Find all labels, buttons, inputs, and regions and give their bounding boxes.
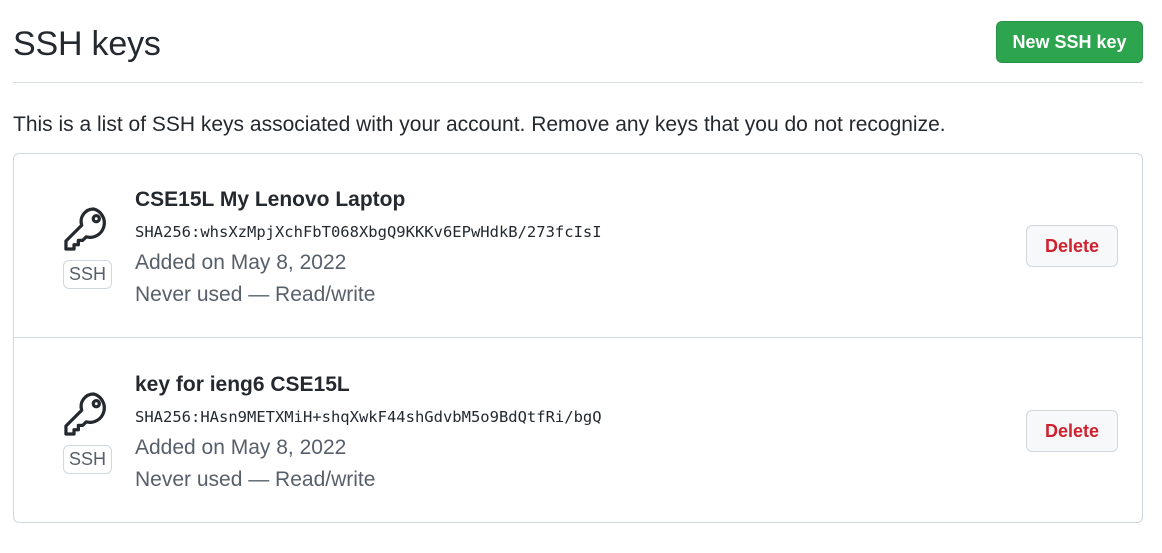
ssh-keys-page: SSH keys New SSH key This is a list of S… [0,0,1162,553]
ssh-key-item: SSH key for ieng6 CSE15L SHA256:HAsn9MET… [14,339,1142,522]
key-usage-status: Never used — Read/write [135,283,376,306]
page-header: SSH keys New SSH key [13,0,1143,83]
key-added-date: Added on May 8, 2022 [135,251,347,274]
page-title: SSH keys [13,25,161,63]
key-added-date: Added on May 8, 2022 [135,436,347,459]
ssh-badge: SSH [63,260,112,289]
new-ssh-key-button[interactable]: New SSH key [996,21,1143,63]
key-usage-status: Never used — Read/write [135,468,376,491]
delete-key-button[interactable]: Delete [1026,225,1118,267]
key-title: key for ieng6 CSE15L [135,373,350,396]
ssh-key-list: SSH CSE15L My Lenovo Laptop SHA256:whsXz… [13,153,1143,523]
delete-key-button[interactable]: Delete [1026,410,1118,452]
key-fingerprint: SHA256:whsXzMpjXchFbT068XbgQ9KKKv6EPwHdk… [135,223,602,241]
key-title: CSE15L My Lenovo Laptop [135,188,406,211]
ssh-key-item: SSH CSE15L My Lenovo Laptop SHA256:whsXz… [14,154,1142,338]
key-icon [64,392,106,436]
key-icon [64,207,106,251]
ssh-badge: SSH [63,445,112,474]
ssh-keys-description: This is a list of SSH keys associated wi… [13,113,946,136]
key-fingerprint: SHA256:HAsn9METXMiH+shqXwkF44shGdvbM5o9B… [135,408,602,426]
